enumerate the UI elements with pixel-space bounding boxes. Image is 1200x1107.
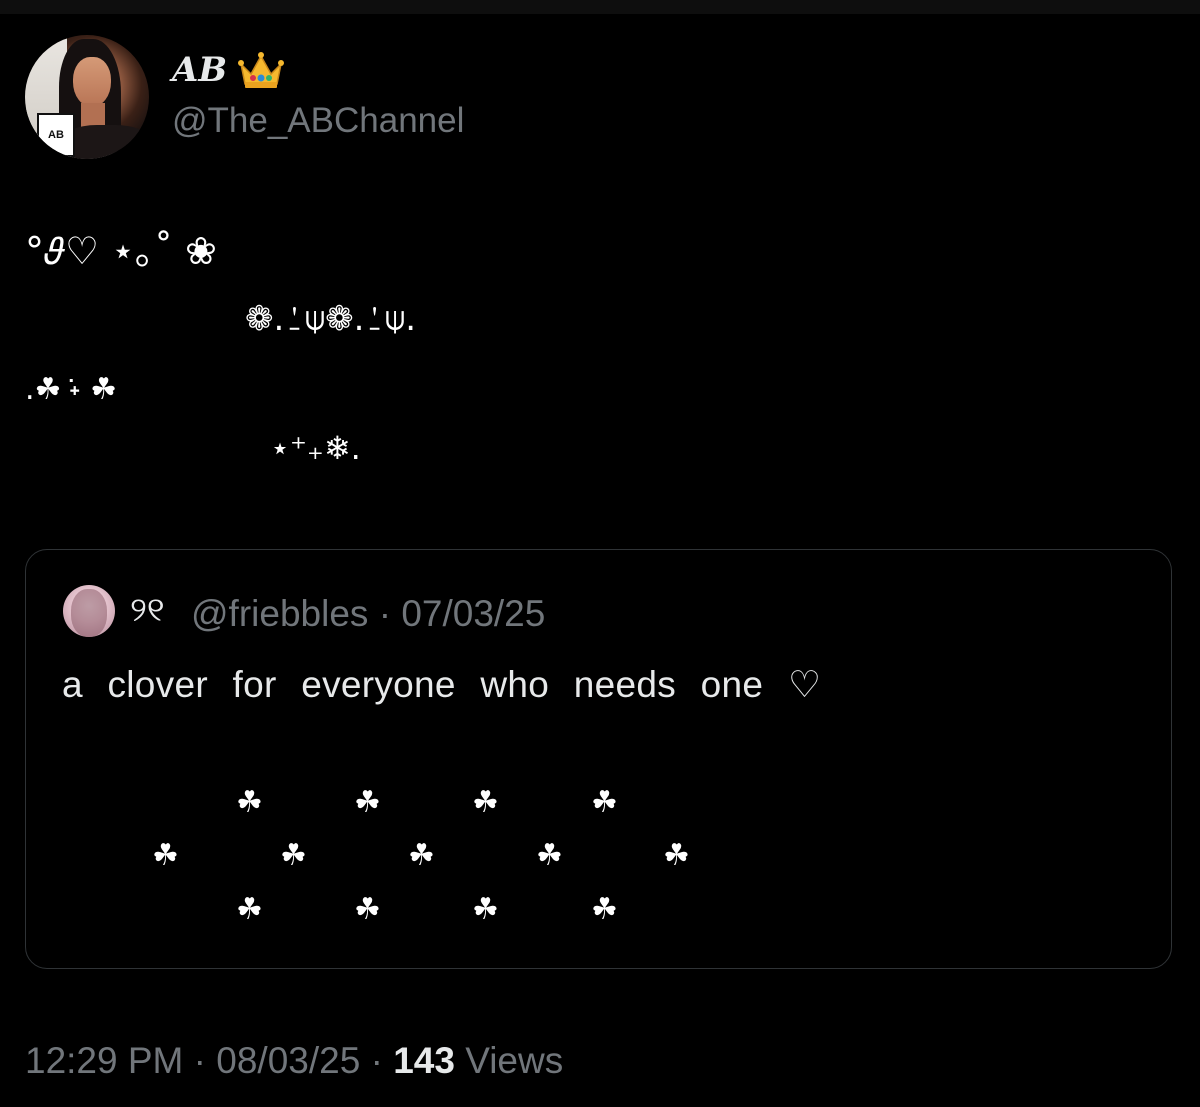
clover-icon: ☘ xyxy=(408,838,435,873)
tweet-date[interactable]: 08/03/25 xyxy=(216,1040,360,1081)
quoted-tweet-card[interactable]: ୨୧ @friebbles · 07/03/25 a clover for ev… xyxy=(25,549,1172,969)
clover-icon: ☘ xyxy=(354,785,381,820)
tweet-line-3: .☘︎ ݁˖ ☘︎ xyxy=(25,372,118,407)
quoted-author-handle[interactable]: @friebbles xyxy=(191,593,368,634)
clover-icon: ☘ xyxy=(472,892,499,927)
avatar-logo-sign: AB xyxy=(37,113,75,157)
views-count[interactable]: 143 xyxy=(393,1040,455,1081)
quoted-author-avatar[interactable] xyxy=(63,585,115,637)
clover-icon: ☘ xyxy=(472,785,499,820)
clover-icon: ☘ xyxy=(591,892,618,927)
clover-icon: ☘ xyxy=(152,838,179,873)
clover-icon: ☘ xyxy=(663,838,690,873)
quoted-author-name[interactable]: ୨୧ xyxy=(130,593,165,627)
tweet-line-4: ⋆⁺₊❄︎. xyxy=(270,429,361,467)
tweet-line-1: °𝜗♡ ⋆｡˚ ❀ xyxy=(25,229,217,273)
crown-icon xyxy=(238,52,285,88)
footer-separator: · xyxy=(370,1040,383,1081)
avatar-face xyxy=(73,57,111,107)
clover-icon: ☘ xyxy=(591,785,618,820)
clover-icon: ☘ xyxy=(280,838,307,873)
quoted-author-meta: @friebbles · 07/03/25 xyxy=(191,595,545,632)
clover-icon: ☘ xyxy=(236,785,263,820)
quoted-avatar-figure xyxy=(71,589,107,637)
tweet-time[interactable]: 12:29 PM xyxy=(25,1040,183,1081)
author-handle[interactable]: @The_ABChannel xyxy=(172,103,464,138)
footer-separator xyxy=(206,1040,216,1081)
views-label[interactable]: Views xyxy=(465,1040,563,1081)
footer-separator xyxy=(183,1040,193,1081)
footer-separator xyxy=(455,1040,465,1081)
status-bar-edge xyxy=(0,0,1200,14)
tweet-footer: 12:29 PM · 08/03/25 · 143 Views xyxy=(25,1042,563,1079)
footer-separator xyxy=(360,1040,370,1081)
quoted-tweet-text: a clover for everyone who needs one ♡ xyxy=(62,664,822,705)
footer-separator: · xyxy=(193,1040,206,1081)
clover-icon: ☘ xyxy=(354,892,381,927)
author-display-name[interactable]: AB xyxy=(172,50,285,90)
tweet-line-2: ❁.⍘⍦❁.⍘⍦. xyxy=(245,299,416,339)
quoted-tweet-date[interactable]: 07/03/25 xyxy=(401,593,545,634)
footer-separator xyxy=(383,1040,393,1081)
author-avatar[interactable]: AB xyxy=(25,35,149,159)
clover-icon: ☘ xyxy=(536,838,563,873)
display-name-text: AB xyxy=(172,50,228,90)
clover-icon: ☘ xyxy=(236,892,263,927)
meta-separator: · xyxy=(368,593,402,634)
